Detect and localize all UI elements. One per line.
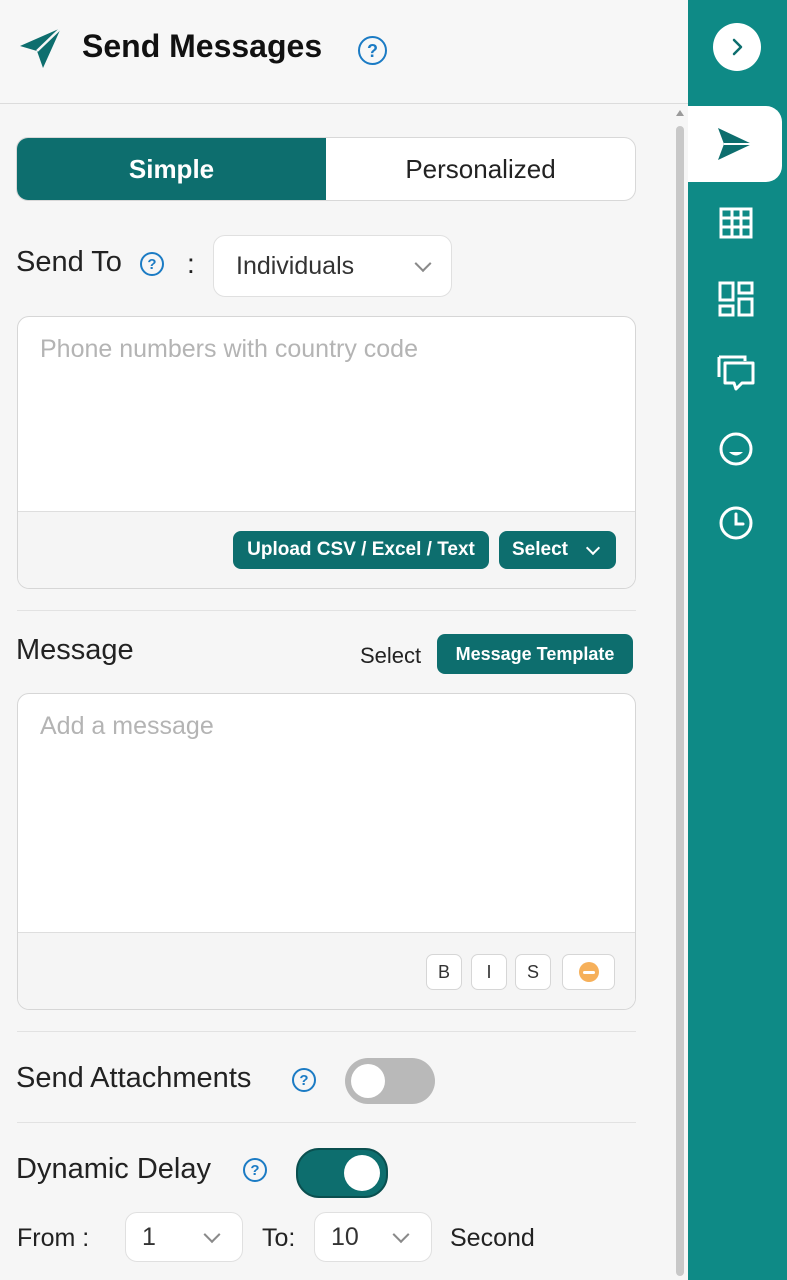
toggle-knob [351,1064,385,1098]
scroll-up-icon[interactable] [676,110,684,116]
tab-simple[interactable]: Simple [17,138,326,200]
emoji-icon [578,962,599,982]
tab-personalized[interactable]: Personalized [326,138,635,200]
sidebar-item-smile[interactable] [715,428,757,470]
delay-unit-label: Second [450,1224,535,1252]
select-contacts-label: Select [512,539,568,560]
delay-to-label: To: [262,1224,296,1252]
bold-button[interactable]: B [426,954,462,990]
recipient-type-select[interactable]: Individuals [213,235,452,297]
attachments-help-icon[interactable]: ? [292,1068,316,1092]
chat-icon [717,355,755,391]
send-logo-icon [20,27,62,68]
message-input[interactable]: Add a message B I S [17,693,636,1010]
scroll-thumb[interactable] [676,126,684,1276]
sidebar-item-table[interactable] [715,202,757,244]
collapse-sidebar-button[interactable] [713,23,761,71]
delay-help-icon[interactable]: ? [243,1158,267,1182]
delay-from-value: 1 [142,1222,156,1251]
phone-numbers-input[interactable]: Phone numbers with country code Upload C… [17,316,636,589]
recipient-type-value: Individuals [236,251,355,280]
table-icon [719,207,753,239]
scrollbar[interactable] [674,110,686,1276]
upload-file-button[interactable]: Upload CSV / Excel / Text [233,531,489,569]
sidebar-item-dashboard[interactable] [715,278,757,320]
divider [17,1122,636,1123]
sidebar-item-chat[interactable] [715,352,757,394]
main-panel: Send Messages ? Simple Personalized Send… [0,0,688,1280]
send-attachments-toggle[interactable] [345,1058,435,1104]
emoji-button[interactable] [562,954,615,990]
toggle-knob [344,1155,380,1191]
dynamic-delay-toggle[interactable] [296,1148,388,1198]
divider [17,1031,636,1032]
phone-numbers-placeholder: Phone numbers with country code [40,335,418,363]
message-format-toolbar: B I S [18,932,635,1009]
strikethrough-button[interactable]: S [515,954,551,990]
phone-box-toolbar: Upload CSV / Excel / Text Select [18,511,635,588]
message-placeholder: Add a message [40,712,214,740]
chevron-right-icon [732,38,743,56]
divider [17,610,636,611]
message-label: Message [16,634,134,666]
sidebar [688,0,787,1280]
clock-icon [719,506,753,540]
smile-icon [719,432,753,466]
chevron-down-icon [585,540,601,556]
chevron-down-icon [414,255,432,273]
mode-toggle: Simple Personalized [16,137,636,201]
delay-from-label: From : [17,1224,90,1252]
chevron-down-icon [392,1226,410,1244]
page-title: Send Messages [82,28,323,64]
send-icon [718,128,752,160]
sidebar-item-schedule[interactable] [715,502,757,544]
title-help-icon[interactable]: ? [358,36,387,65]
send-to-colon: : [187,248,195,279]
dynamic-delay-label: Dynamic Delay [16,1153,211,1185]
header: Send Messages ? [0,0,688,104]
delay-to-select[interactable]: 10 [314,1212,432,1262]
message-select-text: Select [360,643,422,668]
dashboard-icon [718,281,754,317]
message-template-button[interactable]: Message Template [437,634,633,674]
sidebar-item-send[interactable] [688,106,782,182]
send-to-help-icon[interactable]: ? [140,252,164,276]
send-attachments-label: Send Attachments [16,1062,252,1094]
select-contacts-button[interactable]: Select [499,531,616,569]
italic-button[interactable]: I [471,954,507,990]
delay-to-value: 10 [331,1222,359,1251]
send-to-label: Send To [16,246,122,278]
chevron-down-icon [203,1226,221,1244]
delay-from-select[interactable]: 1 [125,1212,243,1262]
